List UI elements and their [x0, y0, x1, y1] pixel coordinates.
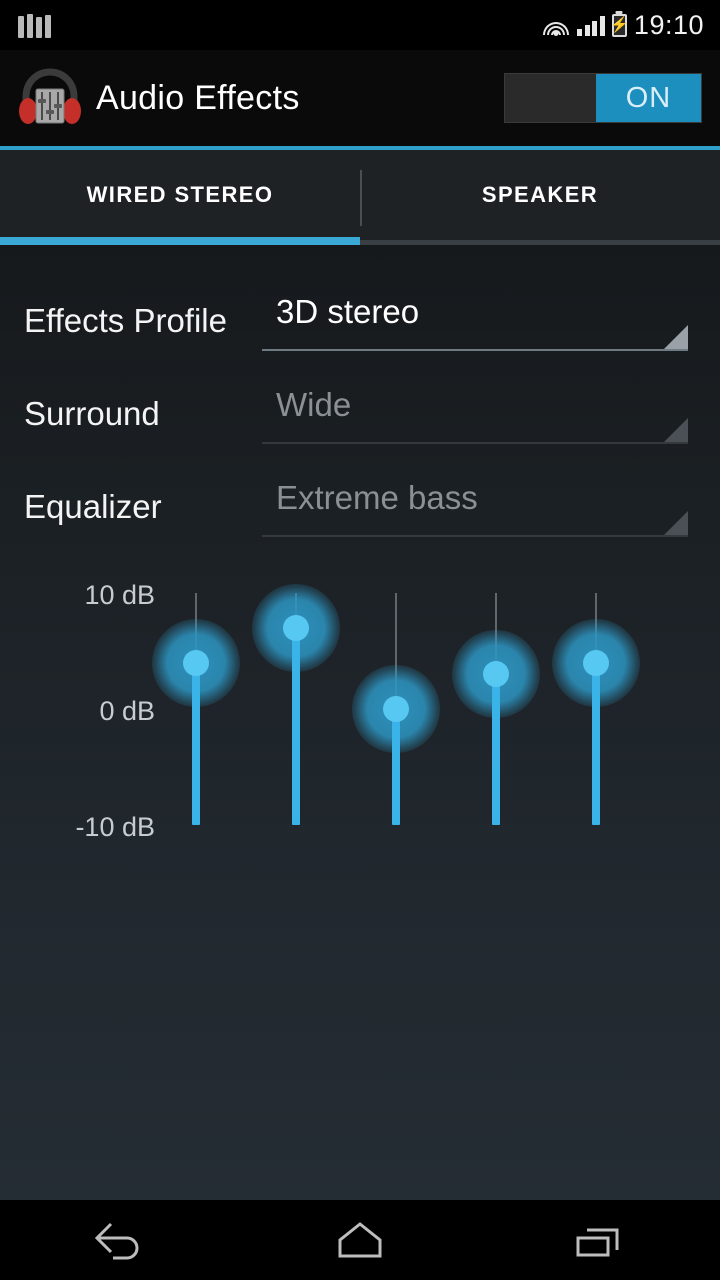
action-bar: Audio Effects ON — [0, 50, 720, 146]
effects-profile-value: 3D stereo — [276, 293, 420, 330]
recent-apps-icon — [576, 1228, 619, 1257]
slider-fill — [392, 709, 400, 825]
setting-row-surround: Surround Wide — [0, 372, 720, 456]
tab-selected-indicator — [0, 237, 360, 245]
slider-fill — [592, 662, 600, 825]
slider-thumb[interactable] — [383, 696, 409, 722]
slider-thumb[interactable] — [483, 661, 509, 688]
effects-profile-label: Effects Profile — [24, 302, 227, 339]
audio-effects-power-toggle[interactable]: ON — [504, 73, 702, 123]
page-title: Audio Effects — [96, 78, 300, 117]
chevron-down-icon — [664, 511, 688, 535]
cellular-signal-icon — [577, 14, 605, 36]
slider-fill — [492, 674, 500, 825]
system-navigation-bar — [0, 1200, 720, 1280]
surround-label: Surround — [24, 395, 160, 432]
equalizer-band-slider[interactable] — [452, 555, 540, 825]
spinner-underline — [262, 349, 688, 351]
home-icon — [338, 1222, 382, 1258]
slider-fill — [292, 627, 300, 825]
equalizer-band-slider[interactable] — [152, 555, 240, 825]
nav-back-button[interactable] — [0, 1218, 240, 1262]
surround-spinner[interactable]: Wide — [262, 384, 688, 444]
slider-thumb[interactable] — [583, 649, 609, 676]
toggle-knob[interactable]: ON — [596, 74, 701, 122]
equalizer-band-sliders: 10 dB 0 dB -10 dB — [0, 555, 720, 845]
charging-bolt-icon: ⚡ — [610, 16, 629, 34]
nav-recents-button[interactable] — [480, 1218, 720, 1262]
tab-wired-stereo[interactable]: WIRED STEREO — [0, 150, 360, 240]
surround-value: Wide — [276, 386, 352, 423]
main-content: Effects Profile 3D stereo Surround Wide … — [0, 245, 720, 1200]
tab-wired-stereo-label: WIRED STEREO — [86, 182, 274, 207]
equalizer-bars-icon — [18, 12, 51, 38]
spinner-underline — [262, 535, 688, 537]
effects-profile-spinner[interactable]: 3D stereo — [262, 291, 688, 351]
chevron-down-icon — [664, 418, 688, 442]
equalizer-band-slider[interactable] — [552, 555, 640, 825]
db-axis-tick-max: 10 dB — [84, 580, 155, 610]
wifi-icon — [542, 14, 570, 36]
db-axis-tick-zero: 0 dB — [99, 696, 155, 726]
setting-row-equalizer-preset: Equalizer Extreme bass — [0, 465, 720, 549]
setting-row-effects-profile: Effects Profile 3D stereo — [0, 279, 720, 363]
back-arrow-icon — [94, 1222, 139, 1260]
status-bar-notifications — [0, 12, 51, 38]
headphones-equalizer-icon — [18, 67, 82, 129]
tab-divider — [360, 170, 362, 226]
equalizer-preset-spinner[interactable]: Extreme bass — [262, 477, 688, 537]
nav-home-button[interactable] — [240, 1218, 480, 1262]
battery-charging-icon: ⚡ — [610, 13, 629, 37]
slider-fill — [192, 662, 200, 825]
slider-thumb[interactable] — [283, 614, 309, 641]
status-bar: ⚡ 19:10 — [0, 0, 720, 50]
equalizer-label: Equalizer — [24, 488, 162, 525]
equalizer-band-slider[interactable] — [252, 555, 340, 825]
spinner-underline — [262, 442, 688, 444]
db-axis-tick-min: -10 dB — [75, 812, 155, 842]
toggle-state-label: ON — [625, 81, 672, 114]
chevron-down-icon — [664, 325, 688, 349]
tab-speaker-label: SPEAKER — [481, 182, 599, 207]
status-bar-clock: 19:10 — [633, 9, 704, 40]
tab-speaker[interactable]: SPEAKER — [360, 150, 720, 240]
equalizer-preset-value: Extreme bass — [276, 479, 478, 516]
slider-thumb[interactable] — [183, 649, 209, 676]
equalizer-band-slider[interactable] — [352, 555, 440, 825]
status-bar-system-icons: ⚡ 19:10 — [542, 10, 720, 41]
